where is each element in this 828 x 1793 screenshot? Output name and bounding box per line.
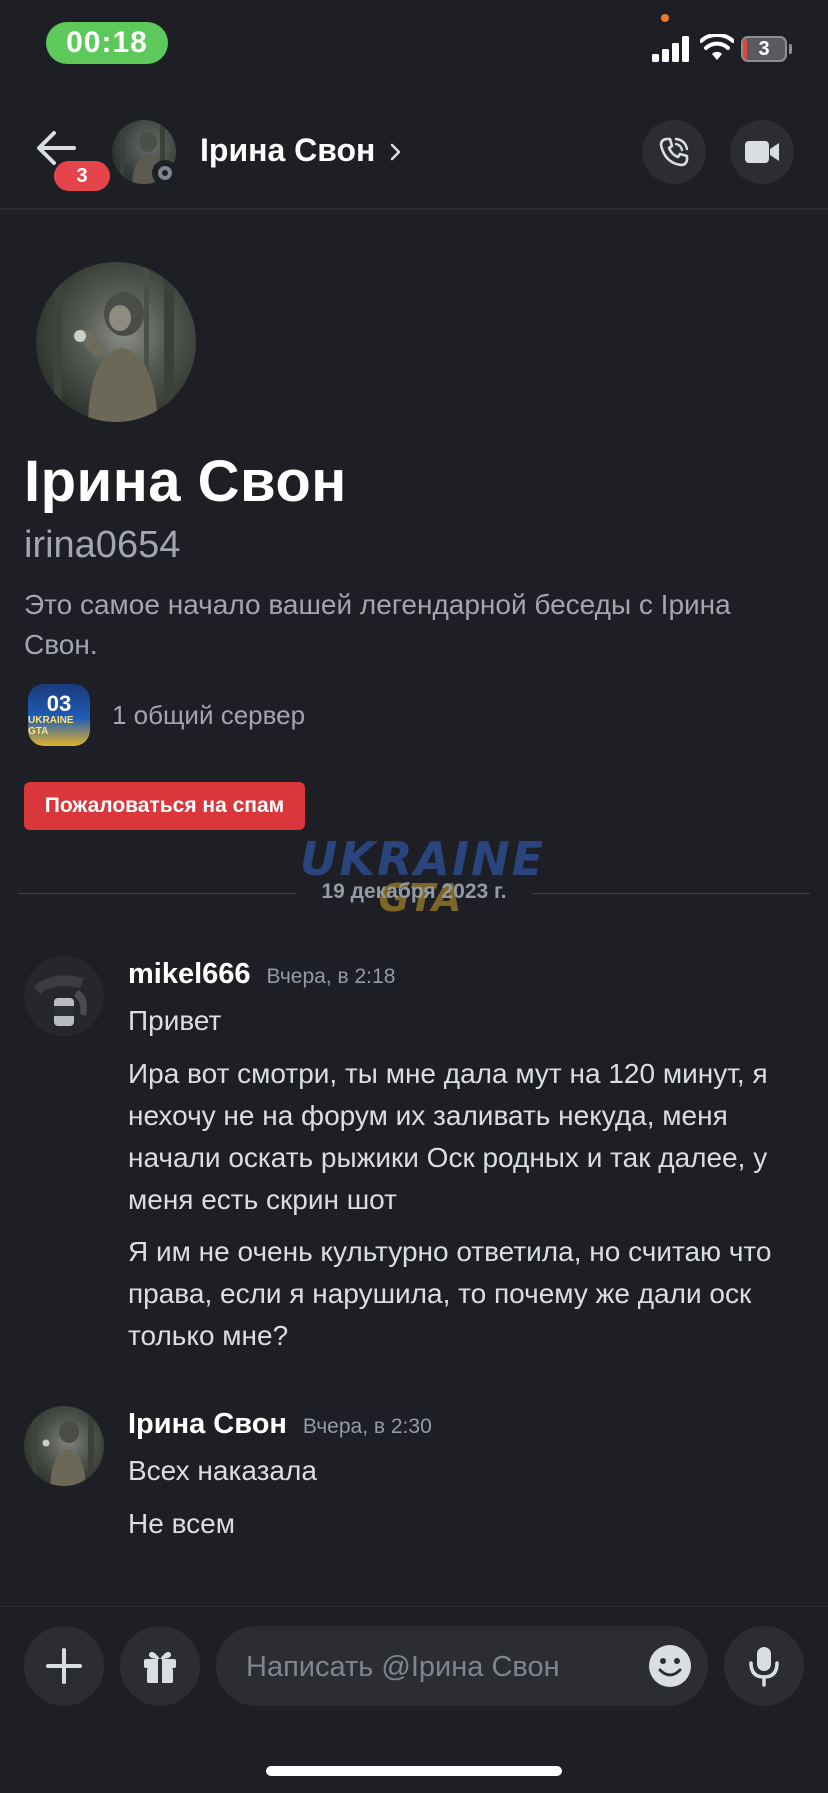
profile-display-name: Ірина Свон — [24, 449, 347, 514]
attach-button[interactable] — [24, 1626, 104, 1706]
server-icon-label: UKRAINE GTA — [28, 715, 74, 737]
message-text: Не всем — [128, 1508, 235, 1539]
message-input[interactable] — [244, 1626, 608, 1708]
date-divider-label: 19 декабря 2023 г. — [321, 880, 507, 903]
message-author[interactable]: mikel666 — [128, 958, 251, 991]
message-input-container[interactable] — [216, 1626, 708, 1708]
cellular-signal-icon — [652, 36, 689, 62]
message-header: mikel666 Вчера, в 2:18 — [128, 958, 395, 991]
voice-call-button[interactable] — [642, 120, 706, 184]
gift-icon — [144, 1651, 176, 1683]
phone-call-icon — [659, 137, 689, 167]
server-icon-number: 03 — [46, 691, 72, 716]
gift-button[interactable] — [120, 1626, 200, 1706]
report-spam-button[interactable]: Пожаловаться на спам — [24, 782, 305, 830]
message-text: Всех наказала — [128, 1455, 317, 1486]
profile-avatar-image — [54, 262, 174, 422]
profile-username: irina0654 — [24, 524, 181, 566]
video-call-button[interactable] — [730, 120, 794, 184]
author-avatar-image — [24, 956, 104, 1036]
battery-tip — [789, 44, 792, 54]
header-contact-name[interactable]: Ірина Свон — [200, 132, 375, 169]
message-text: Привет — [128, 1005, 222, 1036]
video-camera-icon — [745, 141, 779, 163]
voice-message-button[interactable] — [724, 1626, 804, 1706]
privacy-indicator-dot — [661, 14, 669, 22]
presence-offline-icon — [152, 160, 178, 186]
date-divider-line-right — [532, 893, 810, 894]
message-header: Ірина Свон Вчера, в 2:30 — [128, 1408, 432, 1441]
conversation-start-text: Это самое начало вашей легендарной бесед… — [24, 589, 731, 660]
chevron-right-icon[interactable] — [389, 141, 403, 163]
battery-level-fill — [743, 39, 747, 59]
profile-avatar[interactable] — [36, 262, 196, 422]
message-text: Я им не очень культурно ответила, но счи… — [128, 1236, 772, 1351]
message-timestamp: Вчера, в 2:30 — [302, 1415, 432, 1438]
emoji-icon[interactable] — [648, 1644, 692, 1688]
message-author[interactable]: Ірина Свон — [128, 1408, 287, 1441]
message-author-avatar[interactable] — [24, 1406, 104, 1486]
plus-icon — [46, 1648, 82, 1684]
message-text: Ира вот смотри, ты мне дала мут на 120 м… — [128, 1058, 768, 1215]
date-divider-line-left — [18, 893, 296, 894]
message-timestamp: Вчера, в 2:18 — [266, 965, 396, 988]
unread-count-badge: 3 — [54, 161, 110, 191]
mutual-servers-link[interactable]: 1 общий сервер — [112, 700, 305, 731]
message-author-avatar[interactable] — [24, 956, 104, 1036]
home-indicator[interactable] — [266, 1766, 562, 1776]
battery-indicator: 3 — [741, 36, 787, 62]
microphone-icon — [749, 1647, 779, 1687]
status-time: 00:18 — [46, 22, 168, 64]
author-avatar-image — [32, 1406, 94, 1486]
header-divider — [0, 208, 828, 210]
wifi-icon — [700, 34, 734, 60]
mutual-server-icon[interactable]: 03 UKRAINE GTA — [28, 684, 90, 746]
